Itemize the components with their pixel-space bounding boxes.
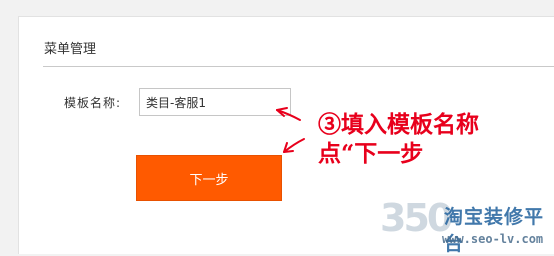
panel-title: 菜单管理 xyxy=(44,42,97,57)
template-name-input[interactable] xyxy=(139,88,291,116)
title-divider xyxy=(43,66,554,67)
watermark-number: 350 xyxy=(380,196,453,240)
watermark-brand: 淘宝装修平台 xyxy=(444,206,545,255)
watermark-url: www.seo-lv.com xyxy=(442,232,544,246)
next-step-button[interactable]: 下一步 xyxy=(136,155,282,201)
instruction-annotation: ③填入模板名称 点“下一步 xyxy=(318,110,479,168)
template-name-label: 模板名称: xyxy=(64,96,122,110)
screenshot-canvas: 菜单管理 模板名称: 下一步 ③填入模板名称 点“下一步 350 淘宝装修平台 … xyxy=(0,0,554,255)
annotation-line-2: 点“下一步 xyxy=(318,140,424,167)
annotation-line-1: ③填入模板名称 xyxy=(318,111,479,138)
site-watermark-logo: 350 淘宝装修平台 www.seo-lv.com xyxy=(380,196,552,255)
